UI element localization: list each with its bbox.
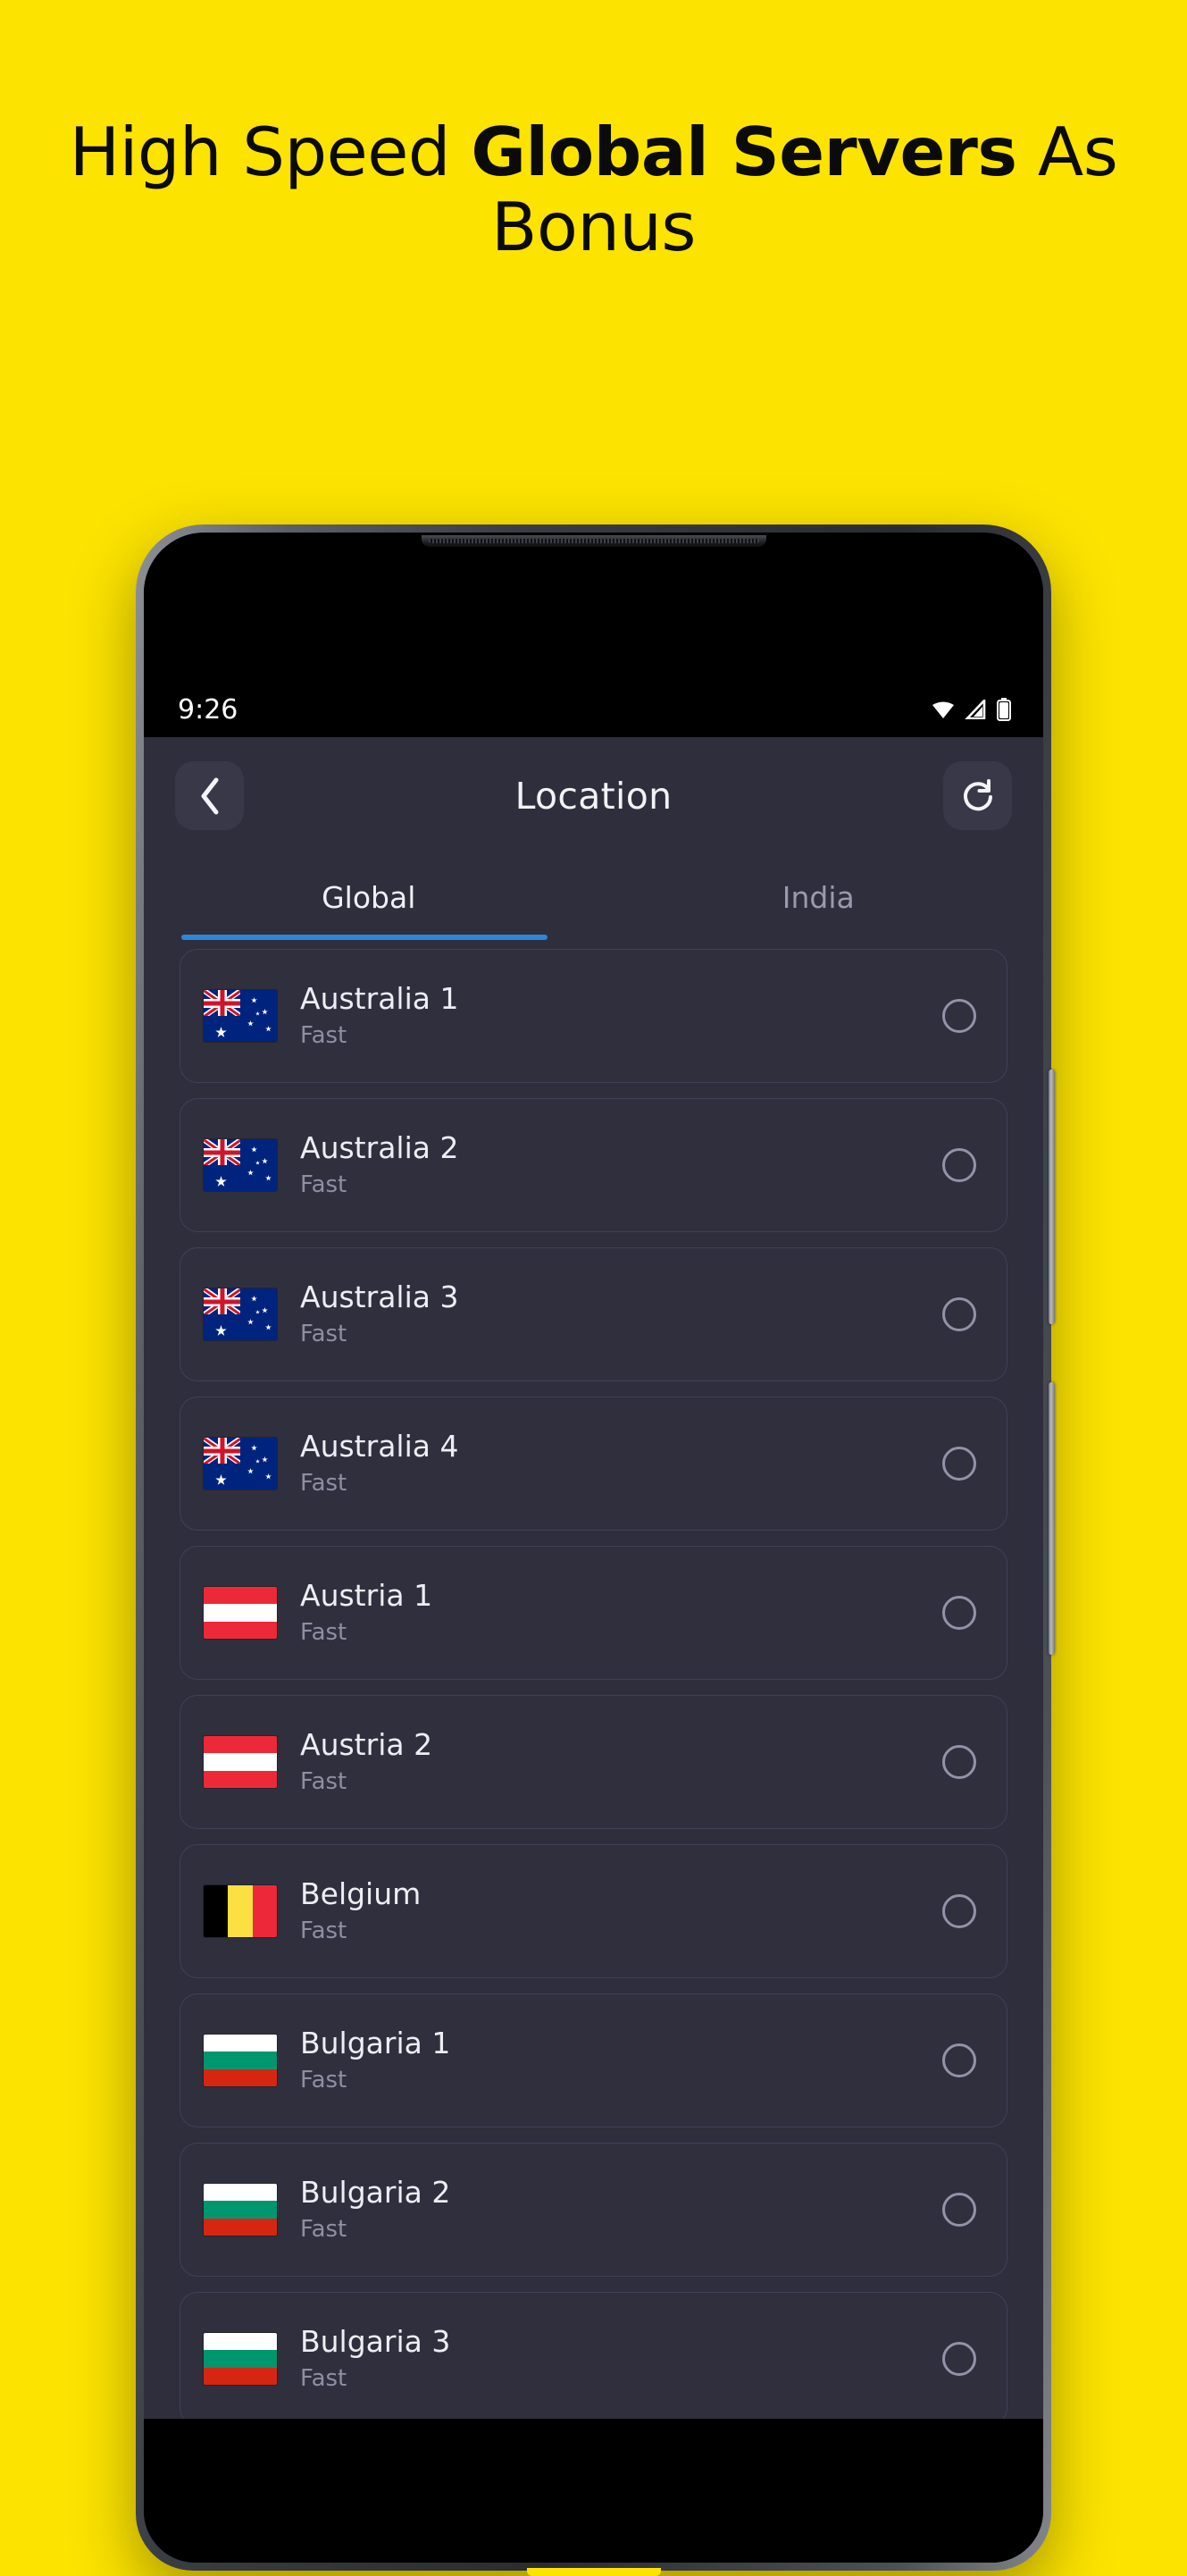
server-list-item-text: Bulgaria 2 Fast: [300, 2175, 942, 2244]
tab-global-label: Global: [322, 879, 416, 915]
tab-bar: Global India: [144, 854, 1043, 940]
status-bar: 9:26: [144, 682, 1043, 737]
phone-device-frame: 9:26 Location Global India Australia 1 F…: [136, 524, 1055, 2576]
server-list-item-text: Australia 2 Fast: [300, 1130, 942, 1199]
server-name: Belgium: [300, 1876, 422, 1912]
refresh-icon: [963, 778, 992, 810]
server-select-radio[interactable]: [942, 2342, 976, 2376]
server-select-radio[interactable]: [942, 1447, 976, 1481]
status-bar-icons: [932, 698, 1011, 721]
server-name: Austria 1: [300, 1578, 433, 1614]
server-name: Bulgaria 1: [300, 2026, 451, 2061]
system-nav-area: [144, 2419, 1043, 2563]
server-list-item[interactable]: Bulgaria 2 Fast: [180, 2143, 1007, 2277]
server-list-item[interactable]: Australia 4 Fast: [180, 1397, 1007, 1531]
headline-text-bold: Global Servers: [471, 113, 1017, 191]
bulgaria-flag: [204, 2035, 277, 2086]
server-select-radio[interactable]: [942, 999, 976, 1033]
phone-screen-bezel: 9:26 Location Global India Australia 1 F…: [144, 533, 1043, 2563]
server-select-radio[interactable]: [942, 2043, 976, 2077]
server-select-radio[interactable]: [942, 1894, 976, 1928]
server-list-item[interactable]: Bulgaria 3 Fast: [180, 2292, 1007, 2419]
server-list-item-text: Bulgaria 1 Fast: [300, 2026, 942, 2094]
server-select-radio[interactable]: [942, 1596, 976, 1630]
australia-flag: [204, 1288, 277, 1340]
refresh-button[interactable]: [943, 761, 1012, 830]
chevron-left-icon: [201, 777, 218, 814]
server-status: Fast: [300, 1917, 347, 1945]
tab-global[interactable]: Global: [144, 854, 594, 940]
server-list-item-text: Austria 1 Fast: [300, 1578, 942, 1647]
server-list-item-text: Bulgaria 3 Fast: [300, 2324, 942, 2393]
server-status: Fast: [300, 1321, 347, 1348]
battery-icon: [997, 698, 1011, 721]
server-list-item-text: Australia 3 Fast: [300, 1280, 942, 1348]
server-name: Bulgaria 3: [300, 2324, 451, 2360]
server-list-item-text: Australia 1 Fast: [300, 981, 942, 1050]
server-name: Australia 4: [300, 1429, 459, 1464]
server-list-item[interactable]: Australia 3 Fast: [180, 1247, 1007, 1381]
app-bar-title: Location: [514, 774, 673, 818]
austria-flag: [204, 1587, 277, 1639]
earpiece-speaker: [421, 535, 766, 547]
belgium-flag: [204, 1885, 277, 1937]
server-list-item-text: Belgium Fast: [300, 1876, 942, 1945]
server-name: Austria 2: [300, 1727, 433, 1763]
server-select-radio[interactable]: [942, 1297, 976, 1331]
server-name: Australia 2: [300, 1130, 459, 1166]
vpn-app-container: Location Global India Australia 1 Fast A…: [144, 737, 1043, 2419]
server-list-item[interactable]: Bulgaria 1 Fast: [180, 1993, 1007, 2127]
australia-flag: [204, 1139, 277, 1191]
server-status: Fast: [300, 1171, 347, 1199]
server-status: Fast: [300, 2216, 347, 2244]
wifi-icon: [932, 701, 954, 718]
server-list-item-text: Austria 2 Fast: [300, 1727, 942, 1796]
server-status: Fast: [300, 2365, 347, 2393]
australia-flag: [204, 990, 277, 1042]
tab-active-indicator: [181, 935, 548, 940]
server-list-item[interactable]: Australia 1 Fast: [180, 949, 1007, 1083]
back-button[interactable]: [175, 761, 244, 830]
server-list-item[interactable]: Austria 1 Fast: [180, 1546, 1007, 1680]
server-status: Fast: [300, 1022, 347, 1050]
phone-bottom-notch: [526, 2568, 661, 2576]
headline-text-plain-1: High Speed: [69, 113, 472, 191]
server-name: Bulgaria 2: [300, 2175, 451, 2211]
volume-button[interactable]: [1049, 1070, 1055, 1324]
server-select-radio[interactable]: [942, 1148, 976, 1182]
server-select-radio[interactable]: [942, 2193, 976, 2227]
page-title: High Speed Global Servers As Bonus: [0, 114, 1187, 264]
server-name: Australia 1: [300, 981, 459, 1017]
server-list-item[interactable]: Belgium Fast: [180, 1844, 1007, 1978]
australia-flag: [204, 1438, 277, 1489]
server-list-item[interactable]: Australia 2 Fast: [180, 1098, 1007, 1232]
server-status: Fast: [300, 1768, 347, 1796]
server-name: Australia 3: [300, 1280, 459, 1315]
bulgaria-flag: [204, 2333, 277, 2385]
server-list-item[interactable]: Austria 2 Fast: [180, 1695, 1007, 1829]
tab-india-label: India: [782, 879, 855, 915]
status-bar-clock: 9:26: [178, 693, 238, 726]
power-button[interactable]: [1049, 1382, 1055, 1655]
tab-india[interactable]: India: [594, 854, 1044, 940]
bulgaria-flag: [204, 2184, 277, 2236]
server-list-item-text: Australia 4 Fast: [300, 1429, 942, 1498]
server-status: Fast: [300, 1470, 347, 1498]
signal-icon: [965, 700, 986, 719]
server-list[interactable]: Australia 1 Fast Australia 2 Fast Australia …: [144, 940, 1043, 2419]
android-screen: 9:26 Location Global India Australia 1 F…: [144, 533, 1043, 2563]
austria-flag: [204, 1736, 277, 1788]
server-status: Fast: [300, 2067, 347, 2094]
server-status: Fast: [300, 1619, 347, 1647]
app-bar: Location: [144, 737, 1043, 854]
server-select-radio[interactable]: [942, 1745, 976, 1779]
